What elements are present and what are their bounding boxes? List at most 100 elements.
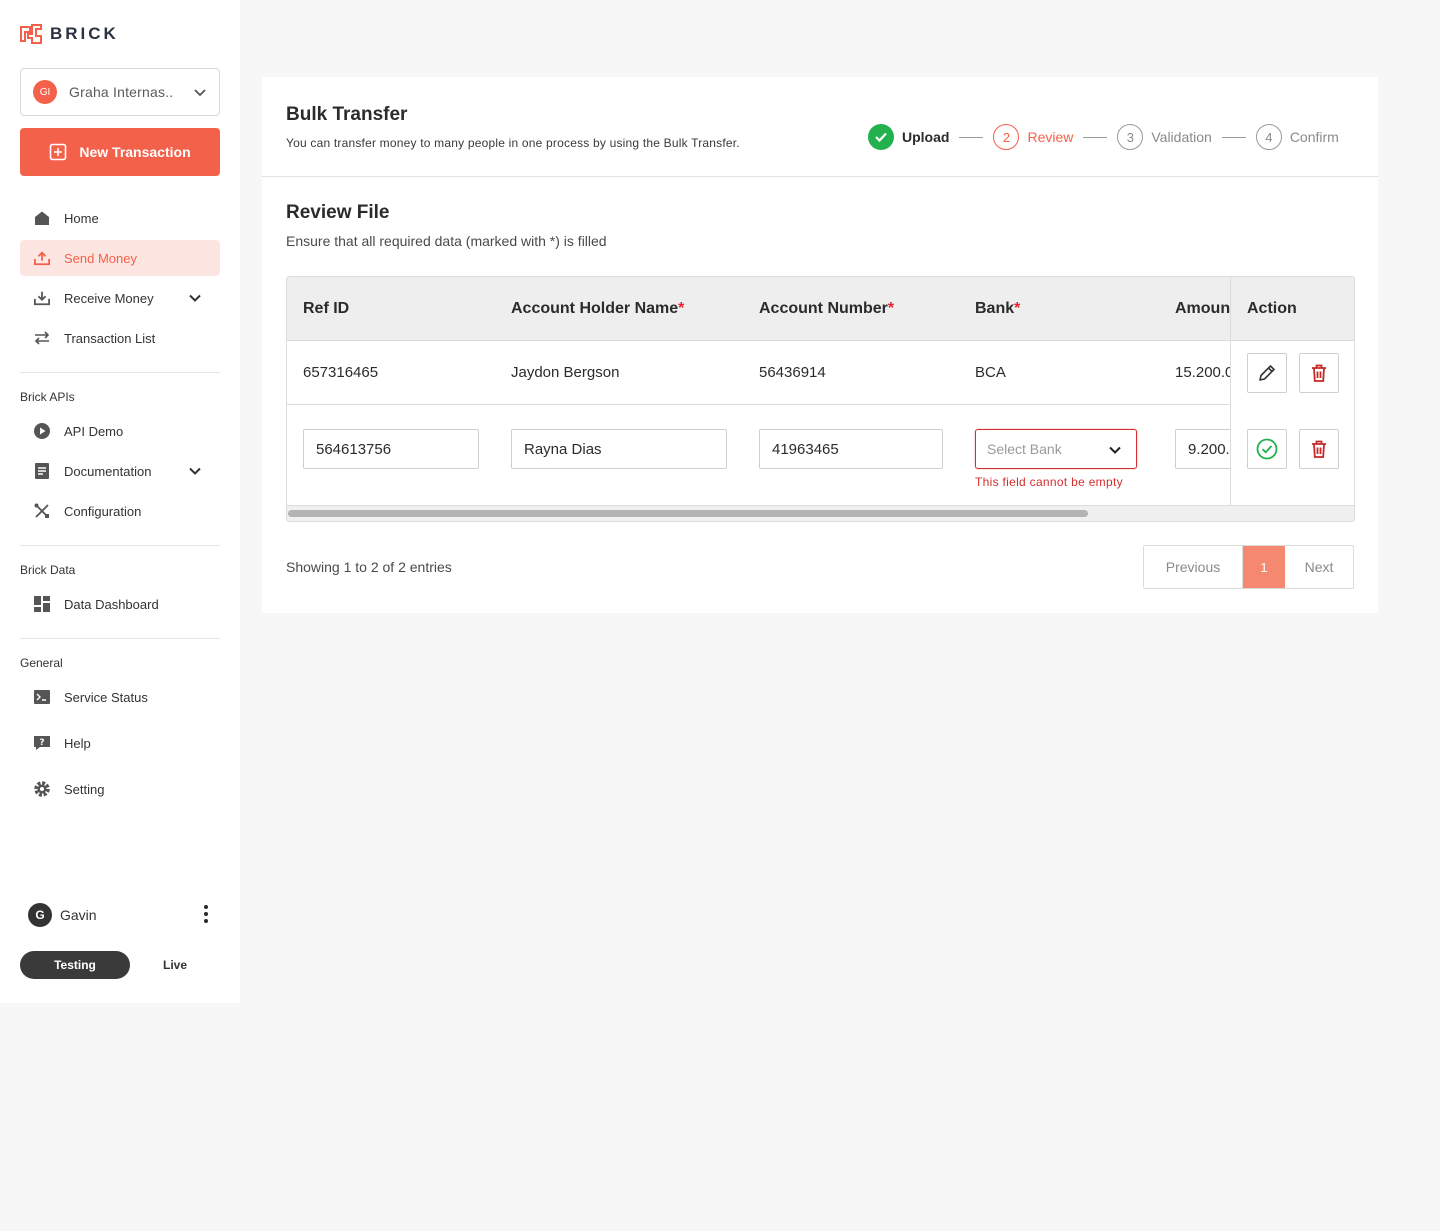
save-row-button[interactable]	[1247, 429, 1287, 469]
table-header: Ref ID Account Holder Name * Account Numb…	[287, 277, 1354, 341]
pagination: Previous 1 Next	[1143, 545, 1354, 589]
step-label: Confirm	[1289, 129, 1339, 145]
more-vertical-icon[interactable]	[204, 905, 208, 923]
cell-bank: BCA	[975, 364, 1006, 381]
horizontal-scrollbar[interactable]	[287, 505, 1354, 521]
column-header-action: Action	[1231, 277, 1354, 341]
column-header-holder: Account Holder Name *	[511, 300, 685, 317]
organization-select[interactable]: GI Graha Internas..	[20, 68, 220, 116]
dashboard-icon	[34, 596, 50, 612]
section-label-data: Brick Data	[20, 563, 76, 577]
delete-button[interactable]	[1299, 353, 1339, 393]
sidebar-item-service-status[interactable]: Service Status	[20, 679, 220, 715]
column-header-amount: Amount	[1175, 300, 1230, 317]
review-table: Ref ID Account Holder Name * Account Numb…	[286, 276, 1355, 522]
play-icon	[34, 423, 50, 439]
check-circle-icon	[868, 124, 894, 150]
bulk-transfer-card: Bulk Transfer You can transfer money to …	[262, 77, 1378, 613]
sidebar-item-label: Setting	[64, 781, 105, 797]
page-title: Bulk Transfer	[286, 104, 408, 125]
action-column: Action	[1230, 277, 1354, 505]
delete-button[interactable]	[1299, 429, 1339, 469]
bank-error-message: This field cannot be empty	[975, 475, 1123, 489]
cell-ref-id: 657316465	[303, 364, 379, 381]
account-number-input[interactable]: 41963465	[759, 429, 943, 469]
brick-logo[interactable]: BRICK	[20, 22, 119, 46]
chevron-down-icon	[189, 294, 201, 302]
sidebar-item-setting[interactable]: Setting	[20, 771, 220, 807]
help-icon: ?	[34, 735, 50, 751]
edit-button[interactable]	[1247, 353, 1287, 393]
chevron-down-icon	[1109, 446, 1121, 454]
sidebar-item-label: Transaction List	[64, 330, 156, 346]
sidebar-item-label: Home	[64, 210, 99, 226]
sidebar-item-label: Help	[64, 735, 91, 751]
ref-id-input[interactable]: 564613756	[303, 429, 479, 469]
sidebar-item-data-dashboard[interactable]: Data Dashboard	[20, 586, 220, 622]
environment-toggle: Testing Live	[20, 951, 220, 979]
sidebar-divider	[20, 638, 220, 639]
required-mark: *	[678, 300, 685, 317]
sidebar-item-transaction-list[interactable]: Transaction List	[20, 320, 220, 356]
table-row: 657316465 Jaydon Bergson 56436914 BCA 15…	[287, 341, 1354, 405]
new-transaction-label: New Transaction	[79, 144, 191, 160]
column-header-ref-id: Ref ID	[303, 300, 350, 317]
brick-logo-icon	[20, 24, 42, 44]
download-icon	[34, 290, 50, 306]
sidebar-item-home[interactable]: Home	[20, 200, 220, 236]
table-row-editing: 564613756 Rayna Dias 41963465 Select Ban…	[287, 405, 1354, 505]
sidebar-item-label: Data Dashboard	[64, 596, 159, 612]
step-confirm: 4 Confirm	[1255, 124, 1339, 150]
step-validation: 3 Validation	[1117, 124, 1212, 150]
avatar: G	[28, 903, 52, 927]
step-number: 2	[993, 124, 1020, 150]
sidebar: BRICK GI Graha Internas.. New Transactio…	[0, 0, 240, 1003]
sidebar-item-label: Service Status	[64, 689, 148, 705]
step-label: Review	[1027, 129, 1074, 145]
column-header-bank: Bank *	[975, 300, 1021, 317]
step-connector	[1221, 136, 1246, 138]
sidebar-item-receive-money[interactable]: Receive Money	[20, 280, 220, 316]
pencil-icon	[1259, 365, 1275, 381]
stepper: Upload 2 Review 3 Validation 4 Confirm	[868, 124, 1339, 150]
user-profile[interactable]: G Gavin	[28, 902, 218, 928]
scrollbar-thumb[interactable]	[288, 510, 1088, 517]
sidebar-item-help[interactable]: ? Help	[20, 725, 220, 761]
cell-amount: 15.200.000	[1175, 364, 1230, 381]
sidebar-item-documentation[interactable]: Documentation	[20, 453, 220, 489]
card-header: Bulk Transfer You can transfer money to …	[262, 77, 1378, 177]
review-subtitle: Ensure that all required data (marked wi…	[286, 233, 607, 249]
required-mark: *	[1014, 300, 1021, 317]
required-mark: *	[887, 300, 895, 317]
upload-icon	[34, 250, 50, 266]
sidebar-item-label: API Demo	[64, 423, 124, 439]
column-header-account: Account Number *	[759, 300, 895, 317]
org-avatar: GI	[33, 80, 57, 104]
trash-icon	[1312, 364, 1326, 382]
terminal-icon	[34, 689, 50, 705]
sidebar-item-configuration[interactable]: Configuration	[20, 493, 220, 529]
sidebar-item-api-demo[interactable]: API Demo	[20, 413, 220, 449]
home-icon	[34, 210, 50, 226]
env-live-button[interactable]: Live	[150, 951, 200, 979]
step-upload: Upload	[868, 124, 949, 150]
page-1-button[interactable]: 1	[1243, 546, 1285, 588]
step-label: Validation	[1151, 129, 1212, 145]
sidebar-item-send-money[interactable]: Send Money	[20, 240, 220, 276]
chevron-down-icon	[194, 89, 206, 97]
cell-holder: Jaydon Bergson	[511, 364, 620, 381]
review-title: Review File	[286, 202, 390, 223]
env-testing-button[interactable]: Testing	[20, 951, 130, 979]
bank-select[interactable]: Select Bank	[975, 429, 1137, 469]
new-transaction-button[interactable]: New Transaction	[20, 128, 220, 176]
sidebar-divider	[20, 372, 220, 373]
next-page-button[interactable]: Next	[1285, 546, 1353, 588]
sidebar-item-label: Configuration	[64, 503, 142, 519]
step-connector	[1083, 136, 1108, 138]
sidebar-divider	[20, 545, 220, 546]
step-connector	[959, 136, 984, 138]
sidebar-item-label: Documentation	[64, 463, 152, 479]
holder-name-input[interactable]: Rayna Dias	[511, 429, 727, 469]
previous-page-button[interactable]: Previous	[1144, 546, 1243, 588]
tools-icon	[34, 503, 50, 519]
